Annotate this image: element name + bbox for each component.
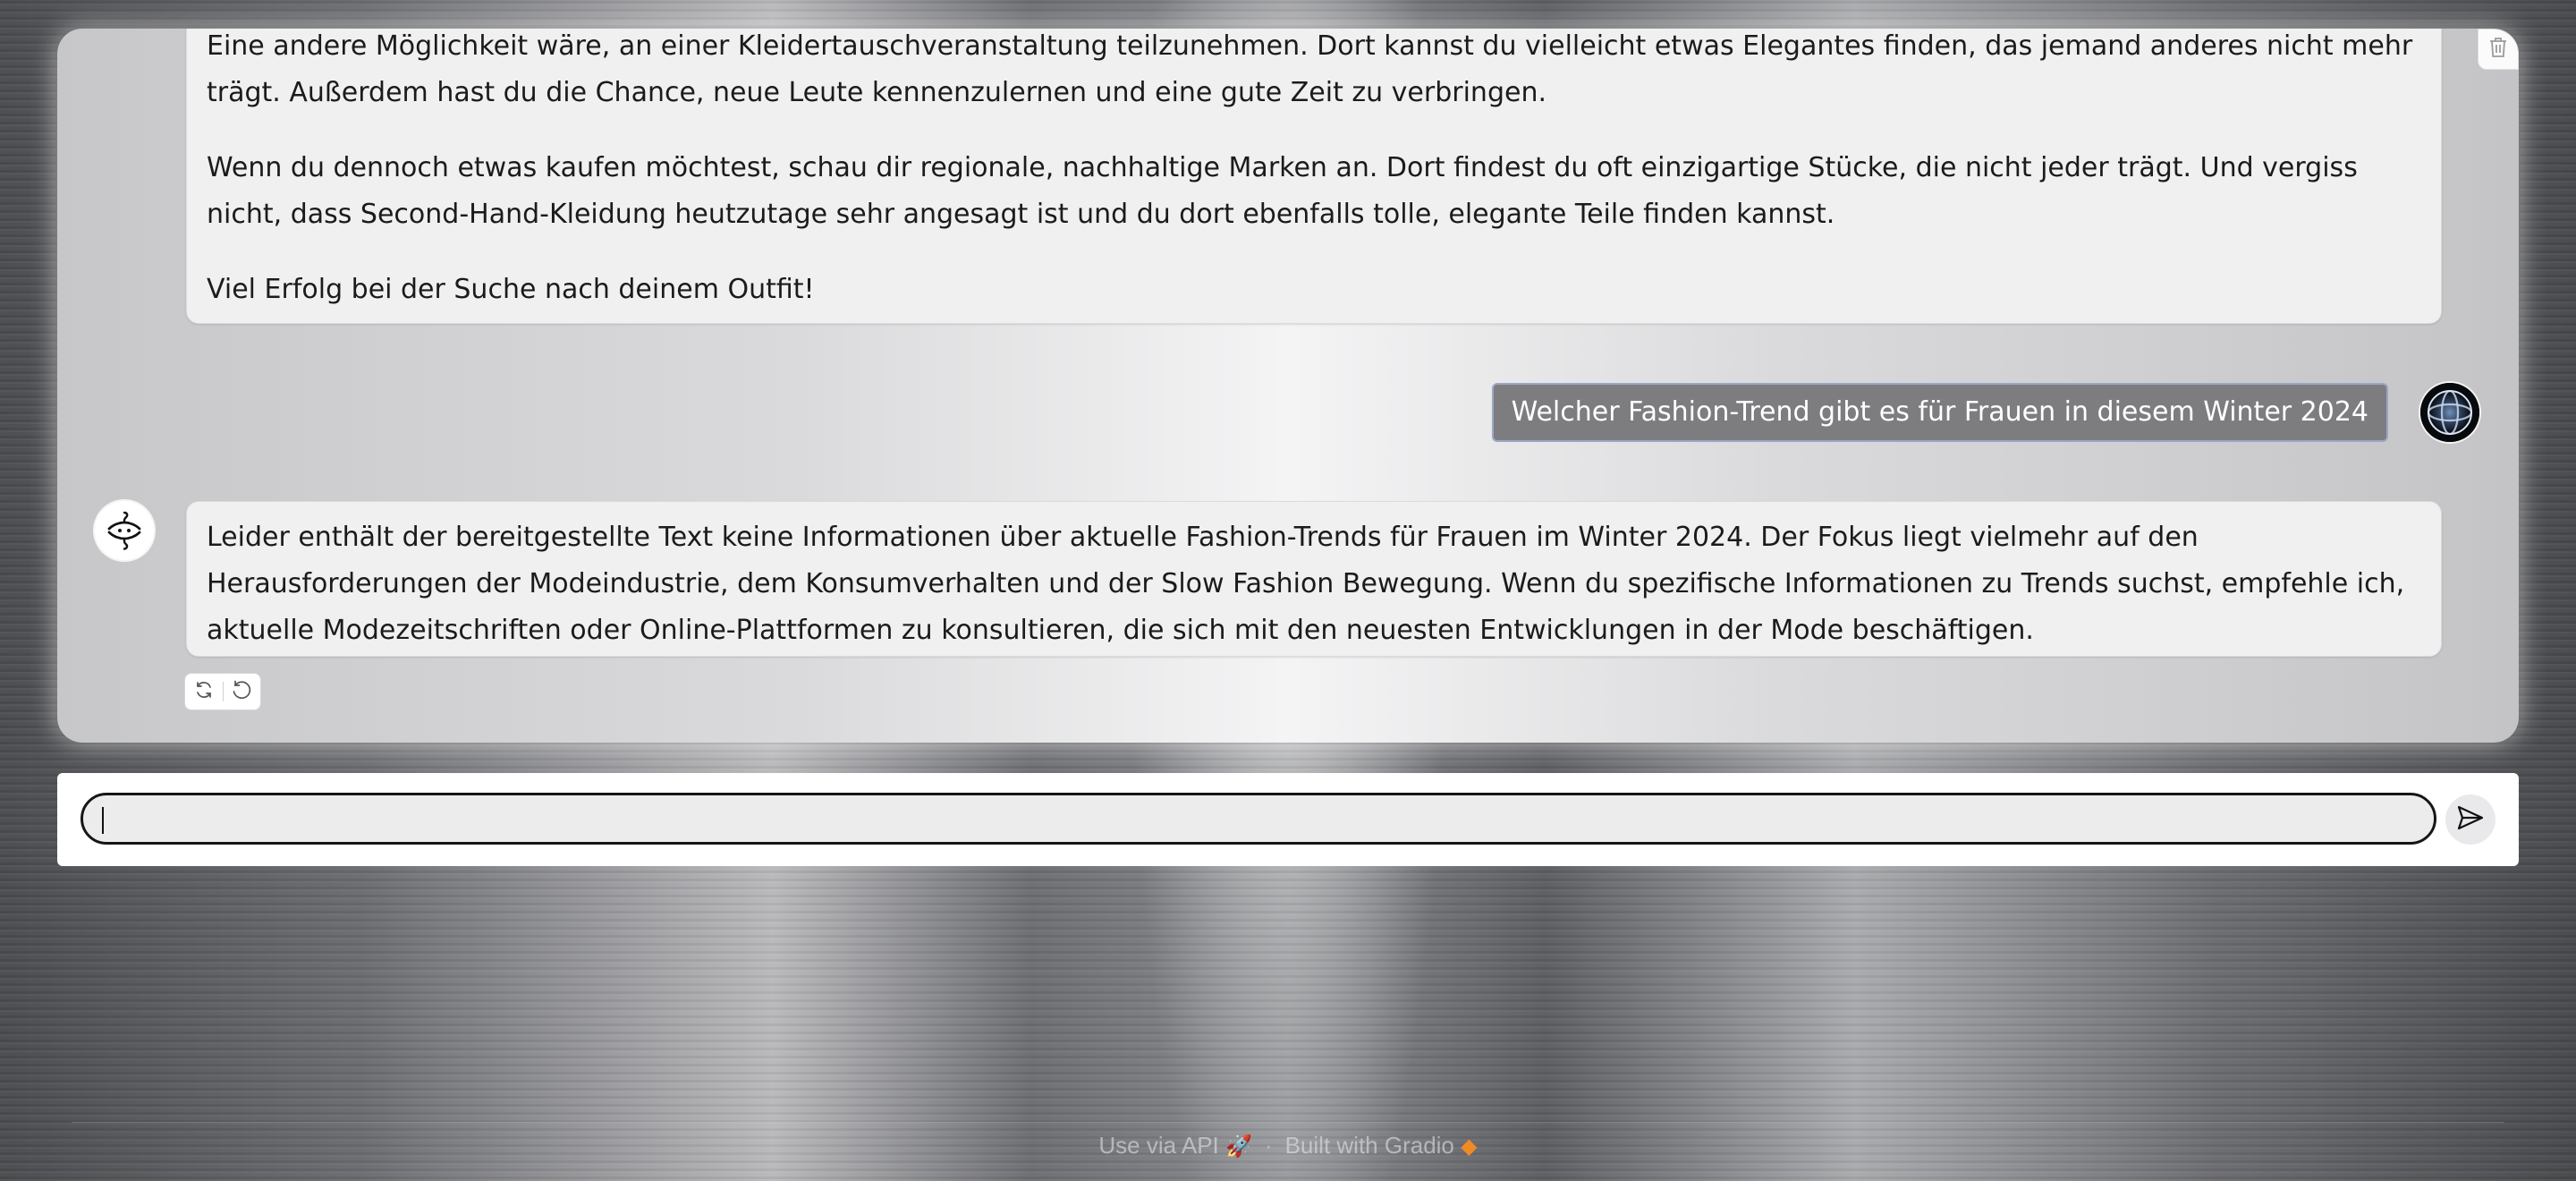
footer: Use via API 🚀 · Built with Gradio ◆ [0,1127,2576,1163]
assistant-message: Leider enthält der bereitgestellte Text … [186,501,2442,657]
footer-divider [72,1122,2504,1123]
send-button[interactable] [2445,794,2496,845]
built-with-gradio-link[interactable]: Built with Gradio ◆ [1285,1132,1478,1160]
globe-avatar-icon [2420,383,2479,442]
clear-chat-button[interactable] [2478,29,2519,70]
built-label: Built with Gradio [1284,1131,1454,1159]
message-actions [184,673,261,710]
message-paragraph: Eine andere Möglichkeit wäre, an einer K… [207,30,2413,108]
undo-icon [231,679,252,704]
refresh-icon [194,680,214,703]
api-label: Use via API [1098,1131,1219,1159]
hanger-logo-icon [95,501,154,560]
text-caret [102,807,104,834]
user-avatar [2420,383,2479,442]
message-paragraph: Viel Erfolg bei der Suche nach deinem Ou… [207,274,815,305]
message-paragraph: Leider enthält der bereitgestellte Text … [207,522,2405,646]
trash-icon [2487,36,2509,63]
send-icon [2456,804,2485,835]
message-paragraph: Wenn du dennoch etwas kaufen möchtest, s… [207,152,2358,230]
footer-separator: · [1264,1131,1273,1159]
undo-button[interactable] [223,674,260,709]
assistant-avatar [95,501,154,560]
use-api-link[interactable]: Use via API 🚀 [1098,1132,1252,1160]
assistant-message: Eine andere Möglichkeit wäre, an einer K… [186,29,2442,324]
retry-button[interactable] [185,674,223,709]
rocket-icon: 🚀 [1225,1134,1252,1159]
chat-panel: Eine andere Möglichkeit wäre, an einer K… [57,29,2519,743]
user-message: Welcher Fashion-Trend gibt es für Frauen… [1491,383,2388,442]
gradio-logo-icon: ◆ [1461,1134,1478,1159]
composer [57,773,2519,866]
message-input[interactable] [80,793,2436,845]
